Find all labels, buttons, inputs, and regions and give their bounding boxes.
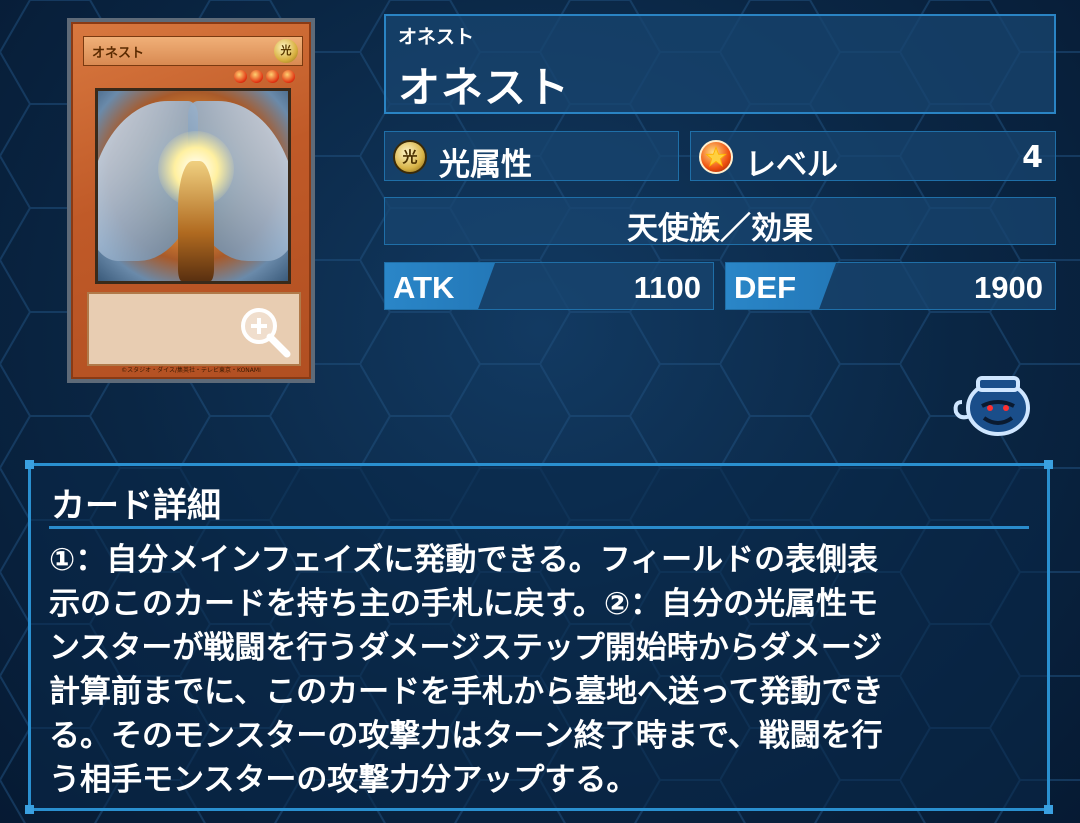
level-star-icon [250,70,263,83]
card-image[interactable]: オネスト 光 ©スタジオ・ダイス/集英社・テレビ東京・KONAMI [67,18,315,383]
def-panel: DEF 1900 [725,262,1056,310]
def-label: DEF [734,270,796,305]
level-panel: レベル 4 [690,131,1056,183]
card-name: オネスト [92,46,145,61]
level-star-icon [234,70,247,83]
card-copyright: ©スタジオ・ダイス/集英社・テレビ東京・KONAMI [121,367,261,374]
level-star-icon [699,140,733,174]
card-effect-text: ①：自分メインフェイズに発動できる。フィールドの表側表 示のこのカードを持ち主の… [49,542,884,798]
card-name-panel: オネスト オネスト [384,14,1056,114]
corner-marker [25,805,34,814]
monster-type: 天使族／効果 [627,211,813,247]
level-star-icon [282,70,295,83]
corner-marker [1044,805,1053,814]
card-name-reading: オネスト [398,26,475,48]
card-text-box [87,292,301,366]
divider [49,526,1029,529]
atk-value: 1100 [633,270,701,305]
light-attribute-icon: 光 [393,140,427,174]
card-detail-panel: カード詳細 ①：自分メインフェイズに発動できる。フィールドの表側表 示のこのカー… [25,460,1053,814]
level-value: 4 [1022,140,1043,175]
zoom-in-icon[interactable] [237,304,291,358]
level-label: レベル [745,147,838,183]
level-star-icon [266,70,279,83]
card-face: オネスト 光 ©スタジオ・ダイス/集英社・テレビ東京・KONAMI [71,22,311,379]
card-name-bar: オネスト 光 [83,36,303,66]
detail-title: カード詳細 [51,486,221,526]
corner-marker [1044,460,1053,469]
attribute-label: 光属性 [439,147,532,183]
attribute-panel: 光 光属性 [384,131,679,183]
atk-panel: ATK 1100 [384,262,714,310]
def-value: 1900 [974,270,1043,305]
card-artwork [95,88,291,284]
pot-of-greed-icon[interactable] [952,372,1038,442]
card-level-stars [234,70,295,83]
corner-marker [25,460,34,469]
card-name-title: オネスト [398,63,571,112]
card-attribute-icon: 光 [274,39,298,63]
atk-label: ATK [393,270,455,305]
type-panel: 天使族／効果 [384,197,1056,247]
